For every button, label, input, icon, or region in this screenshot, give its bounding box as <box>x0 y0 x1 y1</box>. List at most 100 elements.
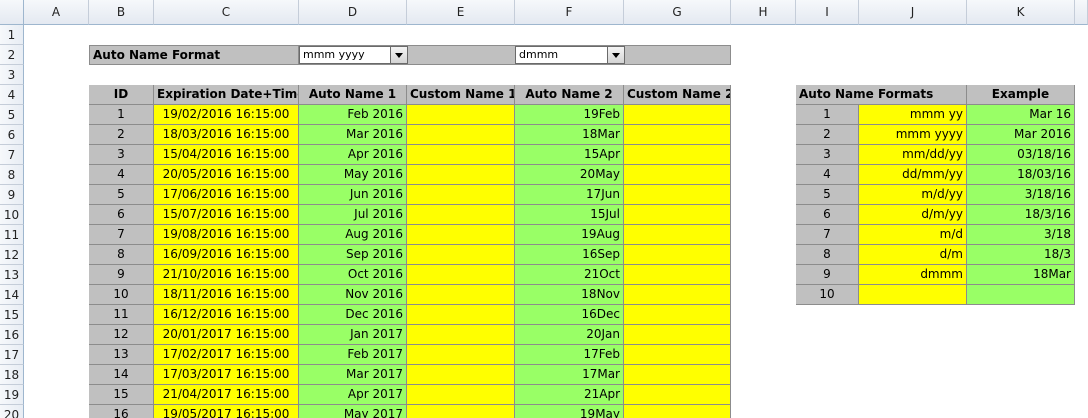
expiration-date-cell: 21/04/2017 16:15:00 <box>154 385 299 405</box>
expiration-date-cell: 19/05/2017 16:15:00 <box>154 405 299 418</box>
custom-name-2-cell <box>624 265 731 285</box>
auto-name-2-cell: 15Jul <box>515 205 624 225</box>
expiration-date-cell: 19/02/2016 16:15:00 <box>154 105 299 125</box>
format-example-cell: 18/3/16 <box>967 205 1075 225</box>
id-cell: 9 <box>89 265 154 285</box>
row-header-18[interactable]: 18 <box>0 365 24 385</box>
custom-name-2-cell <box>624 225 731 245</box>
row-header-16[interactable]: 16 <box>0 325 24 345</box>
format-string-cell: mmm yyyy <box>859 125 967 145</box>
format-example-cell <box>967 285 1075 305</box>
header-expiration-date-time: Expiration Date+Time <box>154 85 299 105</box>
format-example-cell: 18Mar <box>967 265 1075 285</box>
row-header-12[interactable]: 12 <box>0 245 24 265</box>
id-cell: 13 <box>89 345 154 365</box>
format-example-cell: 18/03/16 <box>967 165 1075 185</box>
row-header-5[interactable]: 5 <box>0 105 24 125</box>
custom-name-1-cell <box>407 165 515 185</box>
id-cell: 14 <box>89 365 154 385</box>
custom-name-2-cell <box>624 405 731 418</box>
format-string-cell <box>859 285 967 305</box>
row-header-13[interactable]: 13 <box>0 265 24 285</box>
column-header-f[interactable]: F <box>515 0 624 25</box>
auto-name-2-cell: 19Feb <box>515 105 624 125</box>
expiration-date-cell: 18/03/2016 16:15:00 <box>154 125 299 145</box>
auto-name-1-cell: Mar 2016 <box>299 125 407 145</box>
row-header-4[interactable]: 4 <box>0 85 24 105</box>
select-all-corner[interactable] <box>0 0 24 25</box>
id-cell: 12 <box>89 325 154 345</box>
row-header-1[interactable]: 1 <box>0 25 24 45</box>
auto-name-2-cell: 20May <box>515 165 624 185</box>
id-cell: 11 <box>89 305 154 325</box>
auto-name-1-cell: Jul 2016 <box>299 205 407 225</box>
custom-name-2-cell <box>624 325 731 345</box>
chevron-down-icon[interactable] <box>607 46 625 64</box>
row-header-9[interactable]: 9 <box>0 185 24 205</box>
expiration-date-cell: 17/03/2017 16:15:00 <box>154 365 299 385</box>
auto-name-1-cell: Feb 2017 <box>299 345 407 365</box>
column-header-h[interactable]: H <box>731 0 796 25</box>
auto-name-2-cell: 17Feb <box>515 345 624 365</box>
row-header-2[interactable]: 2 <box>0 45 24 65</box>
auto-name-2-cell: 15Apr <box>515 145 624 165</box>
format-example-cell: Mar 2016 <box>967 125 1075 145</box>
format-id-cell: 6 <box>796 205 859 225</box>
column-header-a[interactable]: A <box>24 0 89 25</box>
custom-name-2-cell <box>624 305 731 325</box>
header-id: ID <box>89 85 154 105</box>
row-header-19[interactable]: 19 <box>0 385 24 405</box>
custom-name-1-cell <box>407 405 515 418</box>
row-header-6[interactable]: 6 <box>0 125 24 145</box>
spreadsheet-grid[interactable]: ABCDEFGHIJK 1 2 3 4 5 6 7 8 9 10 11 12 13 14 15 16 17 18 1… <box>0 0 1088 418</box>
column-header-b[interactable]: B <box>89 0 154 25</box>
format-id-cell: 3 <box>796 145 859 165</box>
column-header-overflow <box>1075 0 1088 25</box>
format-id-cell: 8 <box>796 245 859 265</box>
auto-name-2-cell: 19May <box>515 405 624 418</box>
id-cell: 5 <box>89 185 154 205</box>
header-auto-name-1: Auto Name 1 <box>299 85 407 105</box>
column-header-j[interactable]: J <box>859 0 967 25</box>
format-dropdown-2-value: dmmm <box>519 48 559 61</box>
expiration-date-cell: 16/12/2016 16:15:00 <box>154 305 299 325</box>
expiration-date-cell: 18/11/2016 16:15:00 <box>154 285 299 305</box>
custom-name-2-cell <box>624 345 731 365</box>
custom-name-1-cell <box>407 305 515 325</box>
format-id-cell: 1 <box>796 105 859 125</box>
auto-name-1-cell: Dec 2016 <box>299 305 407 325</box>
auto-name-1-cell: Mar 2017 <box>299 365 407 385</box>
column-header-e[interactable]: E <box>407 0 515 25</box>
format-example-cell: 18/3 <box>967 245 1075 265</box>
custom-name-2-cell <box>624 285 731 305</box>
row-header-15[interactable]: 15 <box>0 305 24 325</box>
id-cell: 15 <box>89 385 154 405</box>
row-header-10[interactable]: 10 <box>0 205 24 225</box>
row-header-14[interactable]: 14 <box>0 285 24 305</box>
custom-name-2-cell <box>624 205 731 225</box>
format-string-cell: d/m <box>859 245 967 265</box>
auto-name-2-cell: 16Sep <box>515 245 624 265</box>
format-dropdown-2[interactable]: dmmm <box>515 46 625 64</box>
custom-name-1-cell <box>407 205 515 225</box>
row-header-8[interactable]: 8 <box>0 165 24 185</box>
auto-name-1-cell: Oct 2016 <box>299 265 407 285</box>
row-header-7[interactable]: 7 <box>0 145 24 165</box>
row-header-11[interactable]: 11 <box>0 225 24 245</box>
auto-name-2-cell: 18Nov <box>515 285 624 305</box>
column-header-k[interactable]: K <box>967 0 1075 25</box>
expiration-date-cell: 19/08/2016 16:15:00 <box>154 225 299 245</box>
custom-name-1-cell <box>407 265 515 285</box>
column-header-c[interactable]: C <box>154 0 299 25</box>
expiration-date-cell: 20/01/2017 16:15:00 <box>154 325 299 345</box>
row-header-17[interactable]: 17 <box>0 345 24 365</box>
format-dropdown-1[interactable]: mmm yyyy <box>299 46 408 64</box>
column-header-d[interactable]: D <box>299 0 407 25</box>
chevron-down-icon[interactable] <box>390 46 408 64</box>
column-header-i[interactable]: I <box>796 0 859 25</box>
row-header-3[interactable]: 3 <box>0 65 24 85</box>
id-cell: 8 <box>89 245 154 265</box>
column-header-g[interactable]: G <box>624 0 731 25</box>
row-header-20[interactable]: 20 <box>0 405 24 418</box>
auto-name-2-cell: 17Mar <box>515 365 624 385</box>
